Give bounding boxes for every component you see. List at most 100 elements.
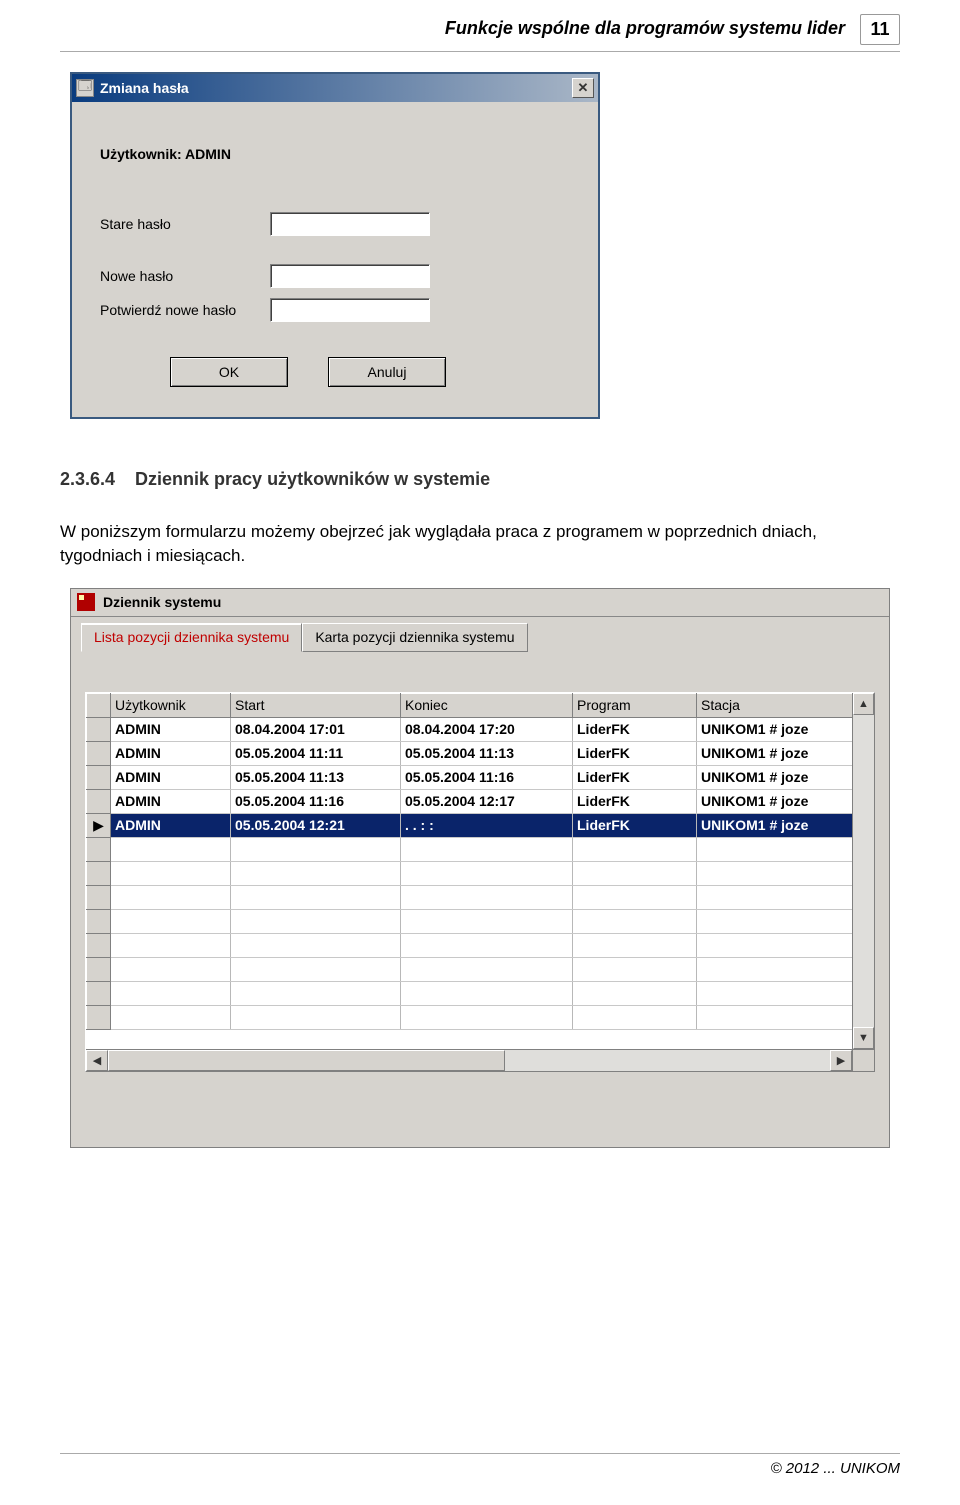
section-number: 2.3.6.4 xyxy=(60,469,130,490)
cell-station: UNIKOM1 # joze xyxy=(697,717,874,741)
empty-cell xyxy=(111,837,231,861)
dialog-titlebar: 🗔 Zmiana hasła ✕ xyxy=(72,74,598,102)
page-footer: © 2012 ... UNIKOM xyxy=(60,1453,900,1477)
scroll-up-icon[interactable]: ▲ xyxy=(853,693,874,715)
table-row xyxy=(87,885,874,909)
empty-cell xyxy=(231,981,401,1005)
cell-program: LiderFK xyxy=(573,717,697,741)
row-marker-icon xyxy=(87,789,111,813)
ok-button[interactable]: OK xyxy=(170,357,288,387)
cell-start: 08.04.2004 17:01 xyxy=(231,717,401,741)
dialog-title: Zmiana hasła xyxy=(100,80,572,96)
empty-cell xyxy=(87,861,111,885)
table-row[interactable]: ADMIN05.05.2004 11:1605.05.2004 12:17Lid… xyxy=(87,789,874,813)
empty-cell xyxy=(231,957,401,981)
table-row[interactable]: ▶ADMIN05.05.2004 12:21. . : :LiderFKUNIK… xyxy=(87,813,874,837)
cell-end: 05.05.2004 11:13 xyxy=(401,741,573,765)
empty-cell xyxy=(401,933,573,957)
new-password-input[interactable] xyxy=(270,264,430,288)
dialog-button-row: OK Anuluj xyxy=(100,357,570,387)
horizontal-scrollbar[interactable]: ◀ ▶ xyxy=(86,1049,852,1071)
change-password-dialog: 🗔 Zmiana hasła ✕ Użytkownik: ADMIN Stare… xyxy=(70,72,600,419)
page-number: 11 xyxy=(860,14,900,45)
empty-cell xyxy=(697,957,874,981)
tab-log-card[interactable]: Karta pozycji dziennika systemu xyxy=(302,623,527,652)
empty-cell xyxy=(573,861,697,885)
app-icon xyxy=(77,593,95,611)
cell-program: LiderFK xyxy=(573,741,697,765)
table-header-row: Użytkownik Start Koniec Program Stacja xyxy=(87,693,874,717)
vscroll-track[interactable] xyxy=(853,715,874,1027)
empty-cell xyxy=(573,933,697,957)
row-marker-icon xyxy=(87,765,111,789)
cell-program: LiderFK xyxy=(573,789,697,813)
cell-station: UNIKOM1 # joze xyxy=(697,741,874,765)
empty-cell xyxy=(573,981,697,1005)
row-marker-icon xyxy=(87,741,111,765)
window-icon: 🗔 xyxy=(76,79,94,97)
system-log-window: Dziennik systemu Lista pozycji dziennika… xyxy=(70,588,890,1148)
empty-cell xyxy=(573,885,697,909)
scroll-left-icon[interactable]: ◀ xyxy=(86,1050,108,1071)
page-header: Funkcje wspólne dla programów systemu li… xyxy=(60,0,900,45)
cell-program: LiderFK xyxy=(573,813,697,837)
cell-end: 08.04.2004 17:20 xyxy=(401,717,573,741)
cell-user: ADMIN xyxy=(111,789,231,813)
tab-log-list[interactable]: Lista pozycji dziennika systemu xyxy=(81,623,302,652)
cell-end: 05.05.2004 12:17 xyxy=(401,789,573,813)
empty-cell xyxy=(697,861,874,885)
table-row xyxy=(87,909,874,933)
close-button[interactable]: ✕ xyxy=(572,78,594,98)
col-end[interactable]: Koniec xyxy=(401,693,573,717)
cancel-button[interactable]: Anuluj xyxy=(328,357,446,387)
vertical-scrollbar[interactable]: ▲ ▼ xyxy=(852,693,874,1049)
table-row xyxy=(87,981,874,1005)
col-start[interactable]: Start xyxy=(231,693,401,717)
empty-cell xyxy=(573,909,697,933)
old-password-label: Stare hasło xyxy=(100,216,270,232)
scroll-right-icon[interactable]: ▶ xyxy=(830,1050,852,1071)
scroll-corner xyxy=(852,1049,874,1071)
cell-station: UNIKOM1 # joze xyxy=(697,789,874,813)
table-row[interactable]: ADMIN08.04.2004 17:0108.04.2004 17:20Lid… xyxy=(87,717,874,741)
empty-cell xyxy=(697,933,874,957)
table-row[interactable]: ADMIN05.05.2004 11:1105.05.2004 11:13Lid… xyxy=(87,741,874,765)
empty-cell xyxy=(231,933,401,957)
page-header-title: Funkcje wspólne dla programów systemu li… xyxy=(445,14,845,39)
hscroll-track[interactable] xyxy=(108,1050,830,1071)
table-row xyxy=(87,1005,874,1029)
empty-cell xyxy=(573,837,697,861)
empty-cell xyxy=(231,1005,401,1029)
new-password-label: Nowe hasło xyxy=(100,268,270,284)
table-row xyxy=(87,933,874,957)
empty-cell xyxy=(87,909,111,933)
table-row[interactable]: ADMIN05.05.2004 11:1305.05.2004 11:16Lid… xyxy=(87,765,874,789)
table-row xyxy=(87,837,874,861)
col-marker xyxy=(87,693,111,717)
cell-start: 05.05.2004 11:11 xyxy=(231,741,401,765)
log-table: Użytkownik Start Koniec Program Stacja A… xyxy=(86,693,874,1030)
empty-cell xyxy=(87,957,111,981)
cell-user: ADMIN xyxy=(111,813,231,837)
empty-cell xyxy=(573,1005,697,1029)
cell-program: LiderFK xyxy=(573,765,697,789)
empty-cell xyxy=(111,981,231,1005)
cell-user: ADMIN xyxy=(111,741,231,765)
col-station[interactable]: Stacja xyxy=(697,693,874,717)
hscroll-thumb[interactable] xyxy=(108,1050,505,1071)
col-program[interactable]: Program xyxy=(573,693,697,717)
system-log-titlebar: Dziennik systemu xyxy=(71,589,889,617)
scroll-down-icon[interactable]: ▼ xyxy=(853,1027,874,1049)
empty-cell xyxy=(87,885,111,909)
empty-cell xyxy=(697,909,874,933)
empty-cell xyxy=(87,933,111,957)
empty-cell xyxy=(401,885,573,909)
row-marker-icon: ▶ xyxy=(87,813,111,837)
confirm-password-input[interactable] xyxy=(270,298,430,322)
col-user[interactable]: Użytkownik xyxy=(111,693,231,717)
old-password-input[interactable] xyxy=(270,212,430,236)
empty-cell xyxy=(111,933,231,957)
empty-cell xyxy=(401,957,573,981)
cell-user: ADMIN xyxy=(111,765,231,789)
cell-end: . . : : xyxy=(401,813,573,837)
